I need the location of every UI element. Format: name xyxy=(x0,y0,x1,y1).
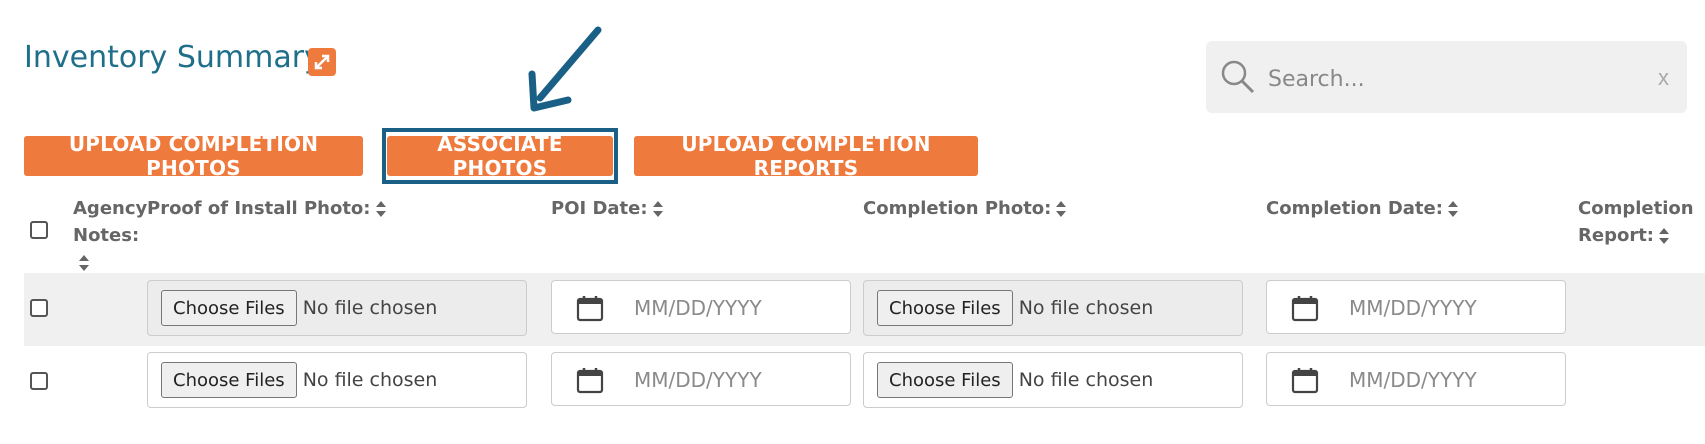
col-completion-photo[interactable]: Completion Photo: xyxy=(863,195,1067,222)
completion-date-input[interactable] xyxy=(1266,352,1566,406)
search-box: x xyxy=(1206,41,1687,113)
arrow-annotation xyxy=(528,26,602,112)
date-field[interactable] xyxy=(632,292,836,324)
calendar-icon[interactable] xyxy=(576,366,604,394)
completion-photo-file-input[interactable]: Choose Files No file chosen xyxy=(863,352,1243,408)
date-field[interactable] xyxy=(1347,292,1551,324)
row-checkbox[interactable] xyxy=(30,372,48,390)
sort-icon[interactable] xyxy=(1447,200,1459,218)
calendar-icon[interactable] xyxy=(576,294,604,322)
col-completion-date[interactable]: Completion Date: xyxy=(1266,195,1459,222)
poi-date-input[interactable] xyxy=(551,352,851,406)
sort-icon[interactable] xyxy=(1055,200,1067,218)
file-status: No file chosen xyxy=(1018,369,1154,391)
proof-photo-file-input[interactable]: Choose Files No file chosen xyxy=(147,280,527,336)
sort-icon[interactable] xyxy=(375,200,387,218)
col-completion-report[interactable]: Completion Report: xyxy=(1578,195,1694,249)
poi-date-input[interactable] xyxy=(551,280,851,334)
row-checkbox[interactable] xyxy=(30,299,48,317)
date-field[interactable] xyxy=(1347,364,1551,396)
proof-photo-file-input[interactable]: Choose Files No file chosen xyxy=(147,352,527,408)
file-status: No file chosen xyxy=(302,297,438,319)
choose-files-button[interactable]: Choose Files xyxy=(877,290,1013,326)
file-status: No file chosen xyxy=(1018,297,1154,319)
col-poi-date[interactable]: POI Date: xyxy=(551,195,664,222)
search-input[interactable] xyxy=(1266,61,1630,97)
sort-icon[interactable] xyxy=(652,200,664,218)
page-title: Inventory Summary xyxy=(24,40,322,75)
select-all-checkbox[interactable] xyxy=(30,221,48,239)
upload-completion-photos-button[interactable]: UPLOAD COMPLETION PHOTOS xyxy=(24,132,363,180)
completion-photo-file-input[interactable]: Choose Files No file chosen xyxy=(863,280,1243,336)
upload-completion-reports-button[interactable]: UPLOAD COMPLETION REPORTS xyxy=(634,132,978,180)
completion-date-input[interactable] xyxy=(1266,280,1566,334)
clear-icon[interactable]: x xyxy=(1658,65,1669,91)
calendar-icon[interactable] xyxy=(1291,366,1319,394)
choose-files-button[interactable]: Choose Files xyxy=(161,290,297,326)
sort-icon[interactable] xyxy=(78,254,90,272)
col-agency-notes[interactable]: Agency Notes: xyxy=(73,195,147,276)
choose-files-button[interactable]: Choose Files xyxy=(877,362,1013,398)
file-status: No file chosen xyxy=(302,369,438,391)
search-icon xyxy=(1218,57,1258,102)
sort-icon[interactable] xyxy=(1658,227,1670,245)
calendar-icon[interactable] xyxy=(1291,294,1319,322)
col-proof-photo[interactable]: Proof of Install Photo: xyxy=(147,195,387,222)
date-field[interactable] xyxy=(632,364,836,396)
expand-icon[interactable] xyxy=(308,48,336,76)
associate-photos-button[interactable]: ASSOCIATE PHOTOS xyxy=(387,132,613,180)
choose-files-button[interactable]: Choose Files xyxy=(161,362,297,398)
